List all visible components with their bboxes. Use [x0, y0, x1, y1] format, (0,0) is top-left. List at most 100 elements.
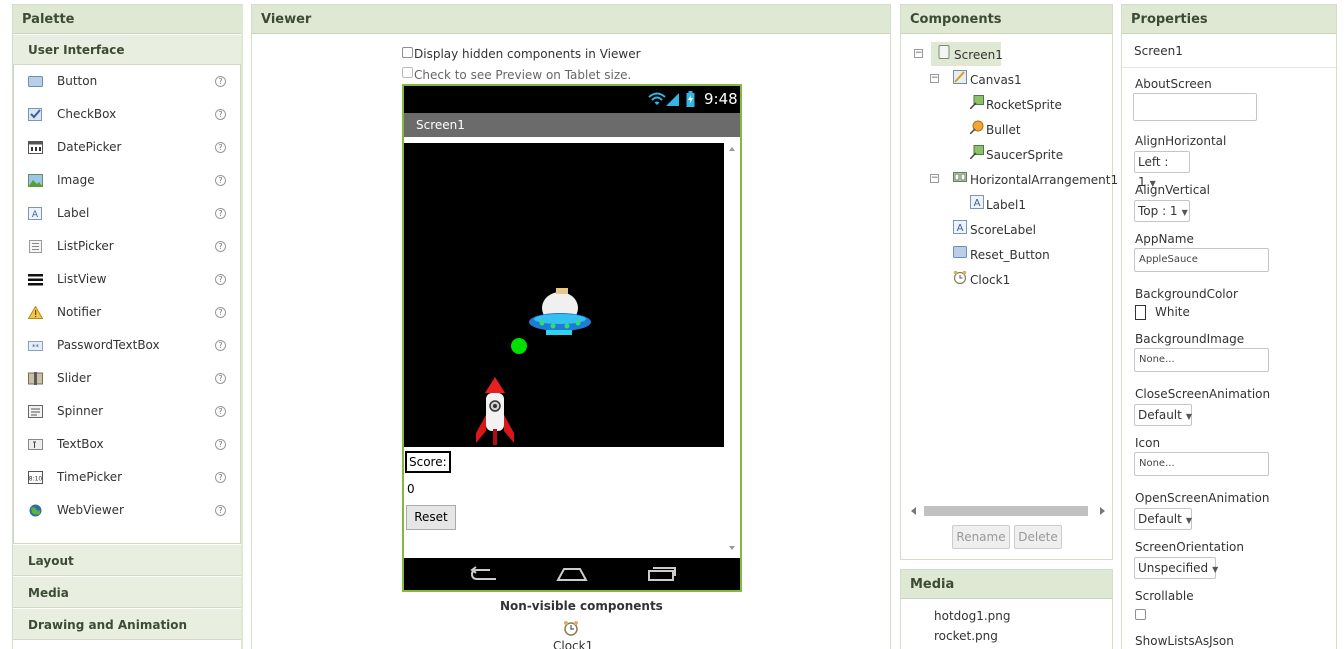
palette-item-button[interactable]: Button ? [14, 65, 240, 98]
media-file[interactable]: hotdog1.png [934, 609, 1011, 623]
category-layout[interactable]: Layout [13, 544, 241, 576]
scroll-left-icon[interactable] [910, 507, 918, 515]
clock-icon[interactable] [563, 620, 579, 636]
backgroundcolor-value[interactable]: White [1155, 305, 1190, 319]
help-icon[interactable]: ? [215, 373, 226, 384]
screenorientation-select[interactable]: Unspecified ▼ [1134, 557, 1218, 579]
help-icon[interactable]: ? [215, 241, 226, 252]
help-icon[interactable]: ? [215, 175, 226, 186]
saucer-sprite[interactable] [528, 286, 592, 338]
help-icon[interactable]: ? [215, 274, 226, 285]
palette-title: Palette [13, 5, 241, 34]
svg-text:8:10: 8:10 [29, 476, 43, 483]
help-icon[interactable]: ? [215, 406, 226, 417]
palette-item-listview[interactable]: ListView ? [14, 263, 240, 296]
palette-item-label: Notifier [57, 305, 102, 319]
tree-item-label[interactable]: Canvas1 [970, 69, 1022, 91]
bullet-sprite[interactable] [510, 337, 528, 355]
rocket-sprite[interactable] [474, 377, 516, 447]
palette-item-label[interactable]: A Label ? [14, 197, 240, 230]
delete-button[interactable]: Delete [1014, 525, 1062, 549]
prop-label-appname: AppName [1135, 232, 1194, 246]
appname-input[interactable]: AppleSauce [1134, 248, 1269, 272]
help-icon[interactable]: ? [215, 142, 226, 153]
prop-label-scrollable: Scrollable [1135, 589, 1194, 603]
tree-item-label[interactable]: Bullet [986, 119, 1021, 141]
backgroundimage-picker[interactable]: None... [1134, 348, 1269, 372]
properties-title: Properties [1122, 5, 1336, 34]
collapse-toggle[interactable]: − [914, 49, 923, 58]
media-panel: Media hotdog1.png rocket.png [900, 569, 1113, 649]
nonvisible-title: Non-visible components [500, 599, 663, 613]
tree-item-label[interactable]: Clock1 [970, 269, 1010, 291]
collapse-toggle[interactable]: − [930, 74, 939, 83]
prop-label-icon: Icon [1135, 436, 1161, 450]
palette-item-label: Label [57, 206, 90, 220]
canvas-icon [953, 70, 967, 84]
help-icon[interactable]: ? [215, 439, 226, 450]
icon-picker[interactable]: None... [1134, 452, 1269, 476]
select-value: Default [1138, 408, 1182, 422]
openscreenanimation-select[interactable]: Default ▼ [1134, 508, 1192, 530]
tree-item-label: Screen1 [954, 48, 1003, 62]
palette-item-notifier[interactable]: Notifier ? [14, 296, 240, 329]
alignhorizontal-select[interactable]: Left : 1 ▼ [1134, 151, 1190, 189]
palette-item-timepicker[interactable]: 8:10 TimePicker ? [14, 461, 240, 494]
svg-text:A: A [957, 223, 964, 234]
tree-item-label[interactable]: SaucerSprite [986, 144, 1063, 166]
palette-item-spinner[interactable]: Spinner ? [14, 395, 240, 428]
help-icon[interactable]: ? [215, 505, 226, 516]
help-icon[interactable]: ? [215, 109, 226, 120]
category-drawing-animation[interactable]: Drawing and Animation [13, 608, 241, 640]
palette-item-label: Image [57, 173, 95, 187]
closescreenanimation-select[interactable]: Default ▼ [1134, 404, 1192, 426]
help-icon[interactable]: ? [215, 307, 226, 318]
score-label: Score: [405, 451, 451, 473]
help-icon[interactable]: ? [215, 76, 226, 87]
palette-item-label: Spinner [57, 404, 104, 418]
scroll-right-icon[interactable] [1098, 507, 1106, 515]
recent-apps-icon[interactable] [646, 566, 676, 582]
svg-text:A: A [32, 210, 39, 220]
webviewer-icon [29, 504, 42, 517]
palette-item-slider[interactable]: Slider ? [14, 362, 240, 395]
tree-item-label[interactable]: RocketSprite [986, 94, 1062, 116]
help-icon[interactable]: ? [215, 472, 226, 483]
palette-item-label: PasswordTextBox [57, 338, 160, 352]
tree-item-label[interactable]: Label1 [986, 194, 1026, 216]
palette-item-passwordtextbox[interactable]: ** PasswordTextBox ? [14, 329, 240, 362]
back-icon[interactable] [470, 566, 500, 582]
aboutscreen-textarea[interactable] [1133, 93, 1257, 121]
rename-button[interactable]: Rename [952, 525, 1010, 549]
home-icon[interactable] [556, 566, 588, 582]
alignvertical-select[interactable]: Top : 1 ▼ [1134, 200, 1190, 222]
label-icon: A [953, 220, 967, 234]
canvas[interactable] [404, 143, 724, 447]
tree-item-label[interactable]: HorizontalArrangement1 [970, 169, 1118, 191]
tree-item-label[interactable]: Reset_Button [970, 244, 1050, 266]
collapse-toggle[interactable]: − [930, 174, 939, 183]
color-swatch[interactable] [1135, 305, 1146, 320]
category-user-interface[interactable]: User Interface [13, 34, 241, 65]
help-icon[interactable]: ? [215, 208, 226, 219]
viewer-scrollbar[interactable] [726, 143, 738, 554]
palette-item-webviewer[interactable]: WebViewer ? [14, 494, 240, 527]
palette-item-checkbox[interactable]: CheckBox ? [14, 98, 240, 131]
category-media[interactable]: Media [13, 576, 241, 608]
scroll-thumb[interactable] [924, 506, 1088, 516]
palette-item-textbox[interactable]: TextBox ? [14, 428, 240, 461]
components-hscroll[interactable] [910, 504, 1106, 518]
prop-label-aboutscreen: AboutScreen [1135, 77, 1212, 91]
media-file[interactable]: rocket.png [934, 629, 998, 643]
palette-item-datepicker[interactable]: DatePicker ? [14, 131, 240, 164]
help-icon[interactable]: ? [215, 340, 226, 351]
scrollable-checkbox[interactable] [1135, 609, 1146, 620]
tree-item-label[interactable]: ScoreLabel [970, 219, 1036, 241]
passwordtextbox-icon: ** [28, 341, 43, 351]
prop-label-screenorientation: ScreenOrientation [1135, 540, 1245, 554]
palette-item-image[interactable]: Image ? [14, 164, 240, 197]
tablet-preview-checkbox[interactable] [402, 67, 413, 78]
palette-item-listpicker[interactable]: ListPicker ? [14, 230, 240, 263]
hidden-components-checkbox[interactable] [402, 47, 413, 58]
reset-button[interactable]: Reset [406, 505, 456, 530]
